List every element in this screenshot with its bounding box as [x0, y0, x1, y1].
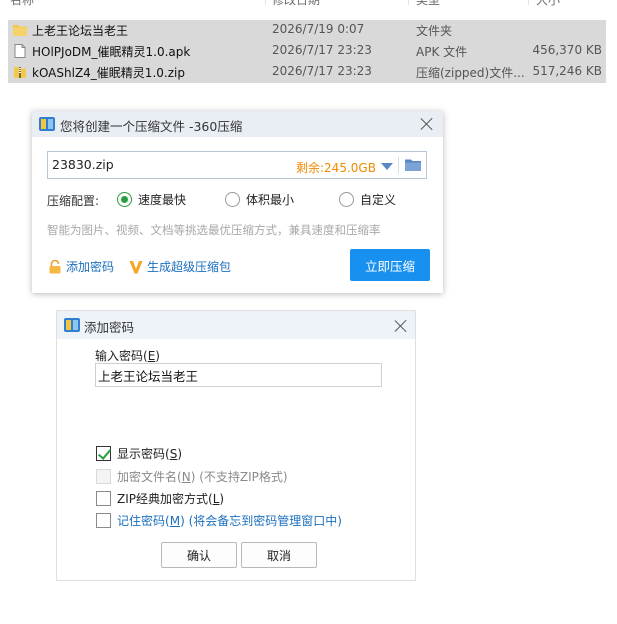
cancel-button[interactable]: 取消 — [241, 542, 317, 568]
dialog-titlebar[interactable]: 您将创建一个压缩文件 -360压缩 — [32, 111, 443, 137]
label-note: (将会备忘到密码管理窗口中) — [188, 514, 342, 528]
file-size: 456,370 KB — [532, 43, 602, 57]
label-text: 加密文件名 — [117, 470, 178, 484]
create-archive-dialog: 您将创建一个压缩文件 -360压缩 剩余:245.0GB 压缩配置: 速度最快 … — [32, 111, 443, 293]
radio-unselected-icon — [339, 192, 354, 207]
checkbox-disabled-icon — [96, 469, 111, 484]
radio-label: 自定义 — [360, 193, 397, 207]
file-type: APK 文件 — [416, 45, 468, 59]
archive-name-input[interactable] — [52, 157, 282, 172]
remember-password-checkbox[interactable]: 记住密码(M) (将会备忘到密码管理窗口中) — [96, 512, 342, 529]
column-name[interactable]: 名称 — [10, 0, 34, 8]
compression-config-label: 压缩配置: — [47, 194, 100, 208]
hotkey: S — [169, 447, 178, 461]
folder-icon — [13, 25, 27, 36]
super-package-label: 生成超级压缩包 — [147, 260, 232, 274]
archive-app-icon — [39, 117, 55, 131]
file-date: 2026/7/17 23:23 — [272, 43, 372, 57]
hotkey: M — [169, 514, 181, 528]
file-type: 文件夹 — [416, 24, 453, 38]
encrypt-filenames-checkbox: 加密文件名(N) (不支持ZIP格式) — [96, 468, 288, 485]
checkbox-label: ZIP经典加密方式(L) — [117, 492, 225, 506]
hotkey: E — [147, 349, 156, 363]
hotkey: L — [212, 492, 220, 506]
file-explorer: 名称 修改日期 类型 大小 上老王论坛当老王 2026/7/19 0:07 文件… — [0, 0, 617, 90]
checkbox-label: 记住密码(M) (将会备忘到密码管理窗口中) — [117, 514, 342, 528]
zip-file-icon — [14, 67, 26, 78]
radio-label: 速度最快 — [138, 193, 187, 207]
checkbox-label: 加密文件名(N) (不支持ZIP格式) — [117, 470, 288, 484]
column-type[interactable]: 类型 — [416, 0, 440, 8]
column-date[interactable]: 修改日期 — [272, 0, 320, 8]
zip-classic-encryption-checkbox[interactable]: ZIP经典加密方式(L) — [96, 490, 224, 507]
radio-custom[interactable]: 自定义 — [339, 191, 396, 208]
column-separator[interactable] — [528, 0, 529, 5]
radio-fastest[interactable]: 速度最快 — [117, 191, 186, 208]
radio-label: 体积最小 — [246, 193, 295, 207]
radio-unselected-icon — [225, 192, 240, 207]
confirm-button[interactable]: 确认 — [161, 542, 237, 568]
archive-path-box: 剩余:245.0GB — [47, 151, 427, 179]
dialog-titlebar[interactable]: 添加密码 — [57, 311, 415, 339]
file-date: 2026/7/17 23:23 — [272, 64, 372, 78]
label-text: 输入密码 — [95, 349, 144, 363]
dialog-title: 添加密码 — [84, 320, 135, 335]
column-separator[interactable] — [408, 0, 409, 5]
add-password-link[interactable]: 添加密码 — [48, 258, 114, 275]
vip-v-icon — [129, 260, 143, 273]
checkbox-label: 显示密码(S) — [117, 447, 183, 461]
browse-folder-icon[interactable] — [405, 158, 421, 172]
label-text: 记住密码 — [117, 514, 166, 528]
checkbox-checked-icon — [96, 446, 111, 461]
chevron-down-icon[interactable] — [381, 163, 393, 170]
label-text: ZIP经典加密方式 — [117, 492, 208, 506]
add-password-dialog: 添加密码 输入密码(E) 显示密码(S) 加密文件名(N) (不支持ZIP格式)… — [56, 310, 416, 581]
divider — [398, 157, 399, 174]
super-package-link[interactable]: 生成超级压缩包 — [129, 258, 231, 275]
compress-now-button[interactable]: 立即压缩 — [350, 249, 430, 281]
file-name: HOlPJoDM_催眠精灵1.0.apk — [32, 45, 191, 59]
password-input[interactable] — [95, 363, 382, 387]
free-space-label: 剩余:245.0GB — [296, 161, 376, 175]
lock-icon — [49, 259, 61, 273]
file-type: 压缩(zipped)文件... — [416, 66, 525, 80]
label-note: (不支持ZIP格式) — [199, 470, 288, 484]
file-row[interactable]: HOlPJoDM_催眠精灵1.0.apk 2026/7/17 23:23 APK… — [8, 41, 606, 62]
file-size: 517,246 KB — [532, 64, 602, 78]
radio-smallest[interactable]: 体积最小 — [225, 191, 294, 208]
hotkey: N — [181, 470, 191, 484]
file-date: 2026/7/19 0:07 — [272, 22, 365, 36]
checkbox-unchecked-icon — [96, 491, 111, 506]
file-row[interactable]: 上老王论坛当老王 2026/7/19 0:07 文件夹 — [8, 20, 606, 41]
label-text: 显示密码 — [117, 447, 166, 461]
apk-file-icon — [14, 44, 26, 58]
show-password-checkbox[interactable]: 显示密码(S) — [96, 445, 182, 462]
add-password-label: 添加密码 — [66, 260, 115, 274]
compression-hint: 智能为图片、视频、文档等挑选最优压缩方式，兼具速度和压缩率 — [47, 223, 381, 237]
archive-app-icon — [64, 318, 80, 332]
radio-selected-icon — [117, 192, 132, 207]
file-name: kOAShlZ4_催眠精灵1.0.zip — [32, 66, 185, 80]
column-header: 名称 修改日期 类型 大小 — [0, 0, 617, 9]
password-input-label: 输入密码(E) — [95, 349, 160, 363]
column-size[interactable]: 大小 — [536, 0, 560, 8]
checkbox-unchecked-icon — [96, 513, 111, 528]
dialog-title: 您将创建一个压缩文件 -360压缩 — [60, 119, 243, 134]
column-separator[interactable] — [265, 0, 266, 5]
close-icon[interactable] — [393, 318, 409, 334]
file-row[interactable]: kOAShlZ4_催眠精灵1.0.zip 2026/7/17 23:23 压缩(… — [8, 62, 606, 83]
file-name: 上老王论坛当老王 — [32, 24, 129, 38]
close-icon[interactable] — [419, 116, 435, 132]
